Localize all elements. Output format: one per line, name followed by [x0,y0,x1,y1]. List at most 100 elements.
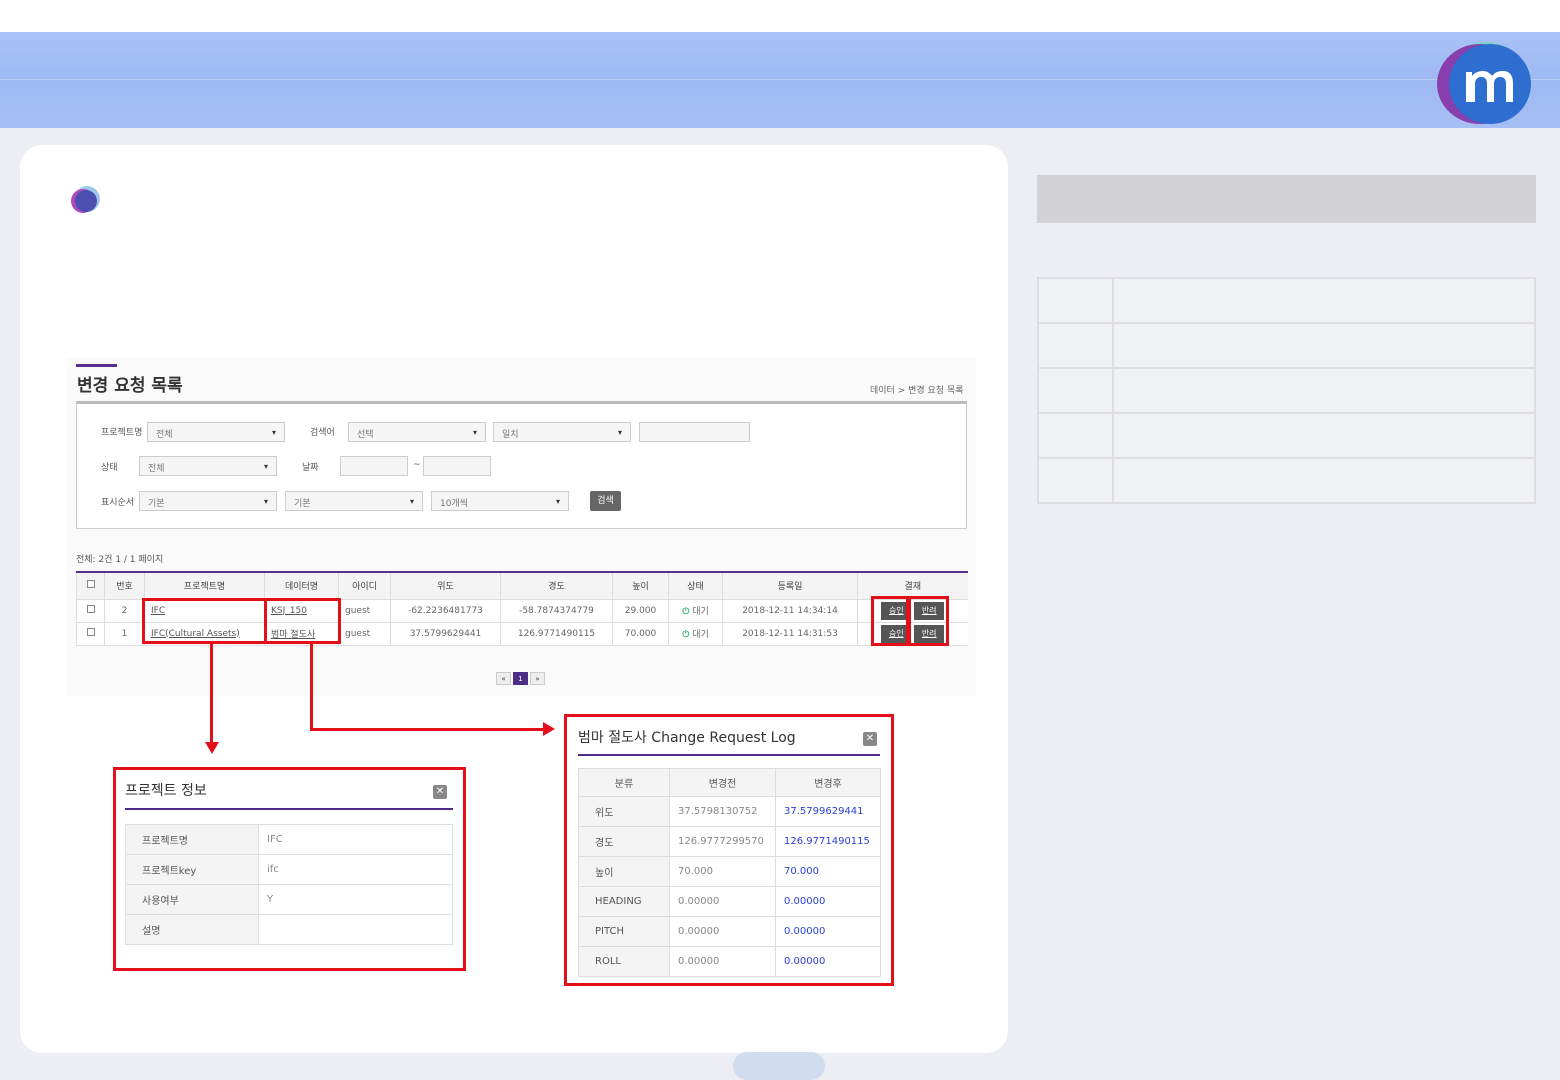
highlight-project-column [142,598,267,644]
arrow-head-down-icon [205,742,219,754]
log-key: HEADING [578,886,670,917]
page-title: 변경 요청 목록 [77,376,183,396]
log-key: 경도 [578,826,670,857]
arrow-line-data-horizontal [310,728,546,731]
log-before: 0.00000 [669,946,776,977]
info-value: ifc [258,854,453,885]
log-before: 0.00000 [669,916,776,947]
first-page-button[interactable]: « [496,672,511,685]
keyword-type-select[interactable]: 선택 ▾ [348,422,486,442]
right-header-bar [1037,175,1536,223]
info-value: Y [258,884,453,915]
date-label: 날짜 [302,463,319,473]
close-icon[interactable]: ✕ [863,732,877,746]
arrow-line-data-vertical [310,644,313,731]
match-select[interactable]: 일치 ▾ [493,422,631,442]
log-after: 0.00000 [775,916,881,947]
search-button[interactable]: 검색 [590,491,621,511]
power-icon: ⏻ [682,607,690,617]
col-header: 위도 [390,571,501,600]
pagination: « 1 » [496,672,545,685]
change-log-table: 분류 변경전 변경후 위도 37.5798130752 37.5799629441 … [578,768,881,977]
log-after: 0.00000 [775,886,881,917]
breadcrumb: 데이터 > 변경 요청 목록 [870,386,964,396]
log-before: 0.00000 [669,886,776,917]
col-header: 아이디 [338,571,391,600]
row-checkbox[interactable] [76,599,105,623]
info-key: 프로젝트명 [125,824,259,855]
info-value [258,914,453,945]
right-info-table [1037,277,1536,504]
last-page-button[interactable]: » [530,672,545,685]
caret-down-icon: ▾ [617,428,622,437]
col-header: 상태 [668,571,723,600]
page-size-select[interactable]: 10개씩 ▾ [431,491,569,511]
project-label: 프로젝트명 [101,428,143,438]
log-after: 70.000 [775,856,881,887]
log-header: 변경전 [669,768,776,797]
logo-m-icon [1437,42,1531,124]
row-no: 2 [104,599,145,623]
col-header: 경도 [500,571,613,600]
log-popup-rule [578,754,880,756]
log-before: 126.9777299570 [669,826,776,857]
col-header: 결재 [857,571,968,600]
row-date: 2018-12-11 14:31:53 [722,622,858,646]
caret-down-icon: ▾ [271,428,276,437]
col-header: 등록일 [722,571,858,600]
order-select[interactable]: 기본 ▾ [139,491,277,511]
highlight-data-column [264,598,341,644]
log-before: 70.000 [669,856,776,887]
log-header: 분류 [578,768,670,797]
log-after: 0.00000 [775,946,881,977]
row-checkbox[interactable] [76,622,105,646]
info-key: 설명 [125,914,259,945]
log-after: 37.5799629441 [775,796,881,827]
col-header: 번호 [104,571,145,600]
caret-down-icon: ▾ [263,497,268,506]
highlight-reject-buttons [908,596,949,646]
status-label: 상태 [101,463,118,473]
order-label: 표시순서 [101,498,135,508]
project-select[interactable]: 전체 ▾ [147,422,285,442]
row-no: 1 [104,622,145,646]
total-count: 전체: 2건 1 / 1 페이지 [76,555,164,565]
log-after: 126.9771490115 [775,826,881,857]
log-header: 변경후 [775,768,881,797]
page-button-current[interactable]: 1 [513,672,528,685]
row-lon: 126.9771490115 [500,622,613,646]
row-id: guest [338,622,391,646]
arrow-line-project [210,644,213,746]
info-value: IFC [258,824,453,855]
log-key: ROLL [578,946,670,977]
row-alt: 70.000 [612,622,669,646]
top-strip [0,0,1560,32]
caret-down-icon: ▾ [472,428,477,437]
project-popup-title: 프로젝트 정보 [125,783,207,799]
col-header: 프로젝트명 [144,571,265,600]
row-alt: 29.000 [612,599,669,623]
row-id: guest [338,599,391,623]
highlight-approve-buttons [871,596,909,646]
keyword-input[interactable] [639,422,750,442]
caret-down-icon: ▾ [409,497,414,506]
start-date-input[interactable] [340,456,408,476]
log-key: 위도 [578,796,670,827]
row-lat: -62.2236481773 [390,599,501,623]
keyword-label: 검색어 [310,428,335,438]
status-select[interactable]: 전체 ▾ [139,456,277,476]
page-indicator[interactable] [733,1052,825,1080]
close-icon[interactable]: ✕ [433,785,447,799]
arrow-head-right-icon [543,722,555,736]
row-lat: 37.5799629441 [390,622,501,646]
log-before: 37.5798130752 [669,796,776,827]
col-header: 데이터명 [264,571,339,600]
row-status: ⏻ 대기 [668,599,723,623]
order-direction-select[interactable]: 기본 ▾ [285,491,423,511]
row-status: ⏻ 대기 [668,622,723,646]
end-date-input[interactable] [423,456,491,476]
caret-down-icon: ▾ [263,462,268,471]
col-check[interactable] [76,571,105,600]
log-popup-title: 범마 절도사 Change Request Log [578,730,796,746]
date-separator: ~ [413,460,421,470]
